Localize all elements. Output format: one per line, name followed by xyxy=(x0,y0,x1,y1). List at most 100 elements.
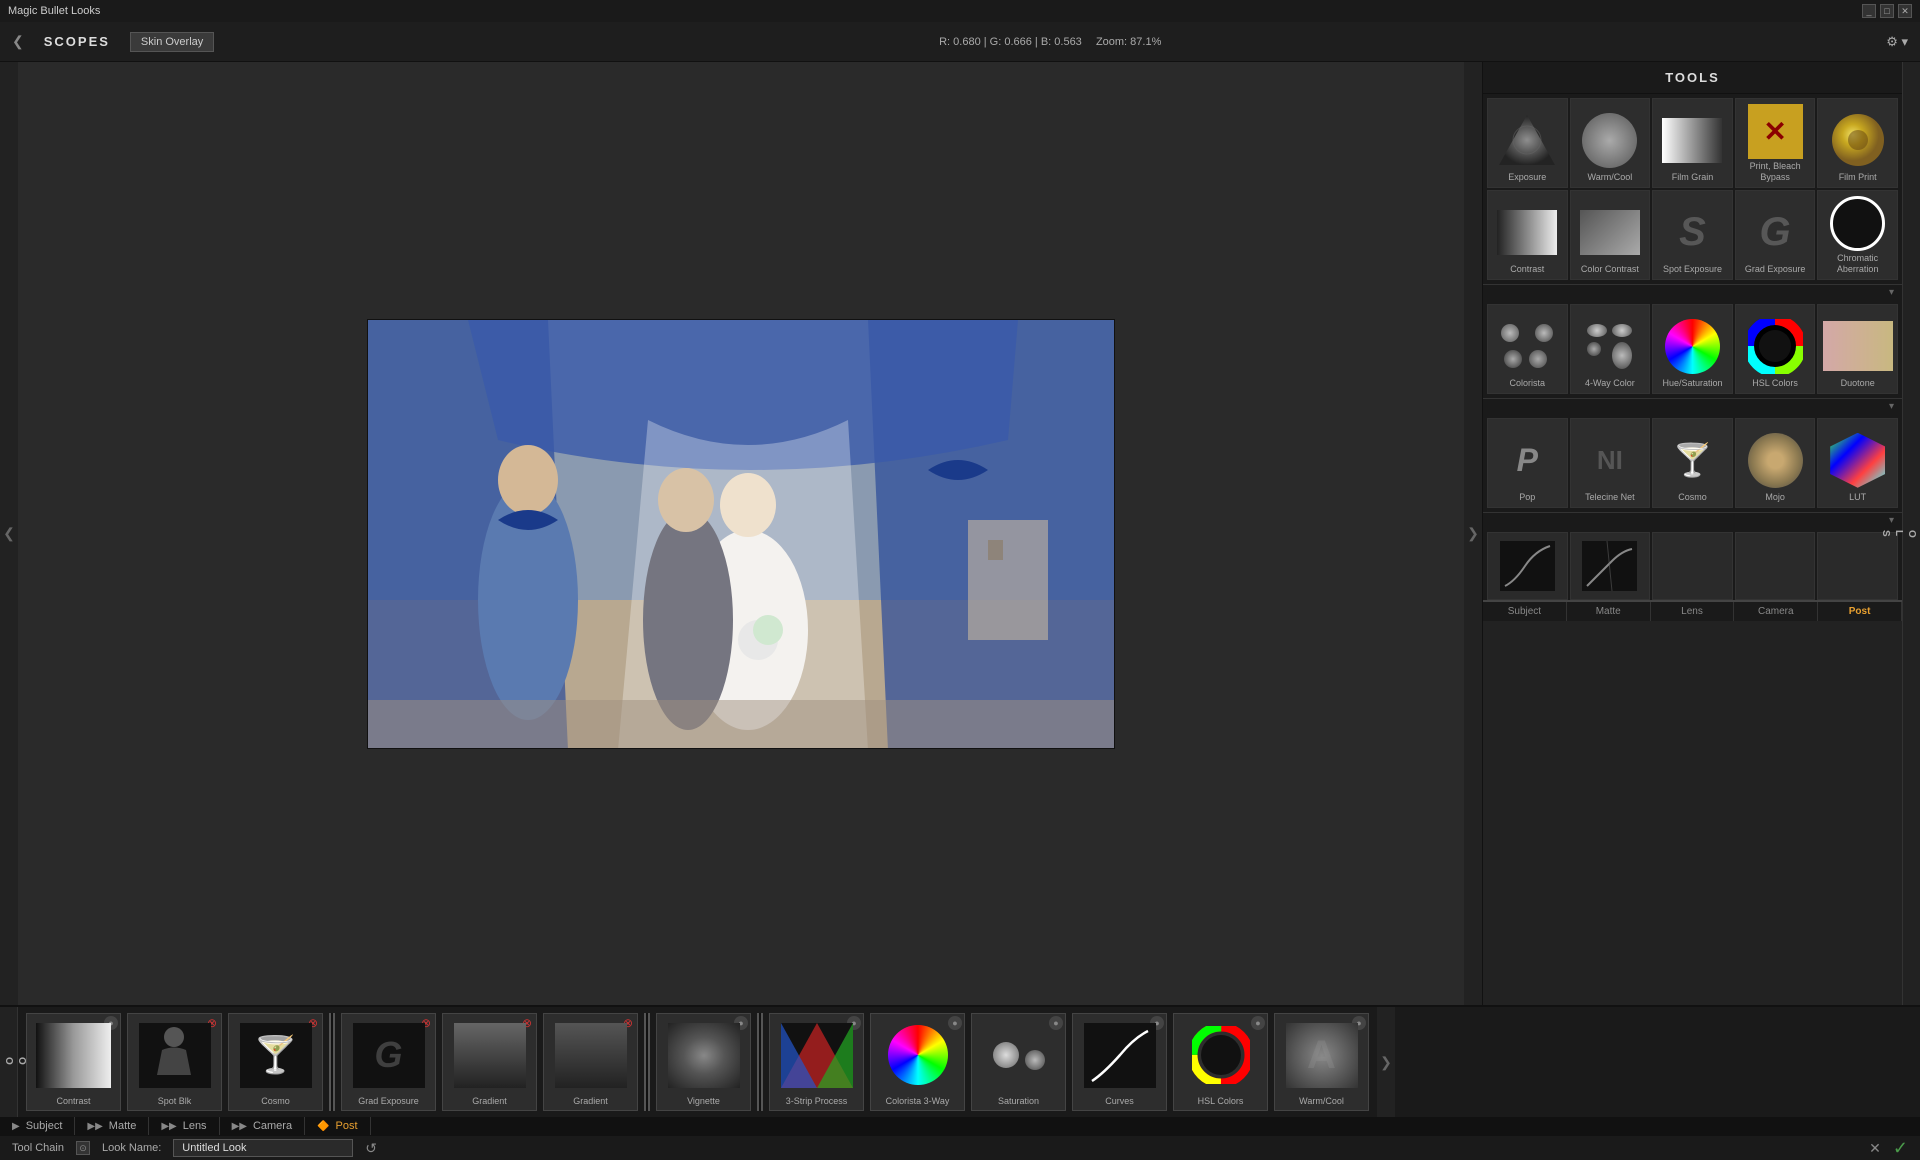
tool-label-pop: Pop xyxy=(1519,492,1535,503)
tool-warmcool[interactable]: Warm/Cool xyxy=(1570,98,1651,188)
grad-g-icon: G xyxy=(1748,205,1803,260)
timeline-item-saturation[interactable]: ● Saturation xyxy=(971,1013,1066,1111)
curves-icon xyxy=(1084,1023,1156,1088)
matte-footer-icon: ▶▶ xyxy=(87,1121,102,1132)
footer-section-lens[interactable]: ▶▶ Lens xyxy=(149,1117,219,1135)
vignette-thumb-img xyxy=(668,1023,740,1088)
tool-label-duotone: Duotone xyxy=(1841,378,1875,389)
grad2-thumb-img xyxy=(454,1023,526,1088)
saturation-thumb-img xyxy=(989,1025,1049,1085)
timeline-item-spot[interactable]: ⊗ Spot Blk xyxy=(127,1013,222,1111)
section-label-camera[interactable]: Camera xyxy=(1734,602,1818,621)
huesat-thumb xyxy=(1657,316,1727,376)
tool-huesat[interactable]: Hue/Saturation xyxy=(1652,304,1733,394)
footer-section-post[interactable]: 🔶 Post xyxy=(305,1117,370,1135)
tool-spotexposure[interactable]: S Spot Exposure xyxy=(1652,190,1733,280)
looks-o2: O xyxy=(3,1057,14,1067)
subject-footer-icon: ▶ xyxy=(12,1121,20,1132)
warmcool-item-thumb: A xyxy=(1282,1020,1362,1090)
minimize-btn[interactable]: _ xyxy=(1862,4,1876,18)
tool-duotone[interactable]: Duotone xyxy=(1817,304,1898,394)
footer-section-camera[interactable]: ▶▶ Camera xyxy=(220,1117,306,1135)
row4-sep: ▾ xyxy=(1483,512,1902,528)
footer-section-subject[interactable]: ▶ Subject xyxy=(0,1117,75,1135)
footer-section-matte[interactable]: ▶▶ Matte xyxy=(75,1117,149,1135)
tool-label-mojo: Mojo xyxy=(1765,492,1785,503)
timeline-item-3strip[interactable]: ● 3-Strip Process xyxy=(769,1013,864,1111)
zoom-info: Zoom: 87.1% xyxy=(1096,36,1161,48)
timeline-item-warmcool[interactable]: ● A Warm/Cool xyxy=(1274,1013,1369,1111)
cosmo-thumb-img: 🍸 xyxy=(240,1023,312,1088)
tools-grid-2: Colorista 4-Way Color Hue/Saturat xyxy=(1483,300,1902,398)
timeline-item-cosmo[interactable]: ⊗ 🍸 Cosmo xyxy=(228,1013,323,1111)
settings-btn[interactable]: ⚙ ▾ xyxy=(1886,34,1908,50)
tool-chromatic[interactable]: Chromatic Aberration xyxy=(1817,190,1898,280)
colorista-icon xyxy=(1500,319,1555,374)
timeline-item-curves[interactable]: ● Curves xyxy=(1072,1013,1167,1111)
toolchain-label: Tool Chain xyxy=(12,1142,64,1154)
timeline-item-grad1[interactable]: ⊗ G Grad Exposure xyxy=(341,1013,436,1111)
tools-s: S xyxy=(1880,530,1891,537)
section-label-matte[interactable]: Matte xyxy=(1567,602,1651,621)
timeline-item-vignette[interactable]: ● Vignette xyxy=(656,1013,751,1111)
close-btn[interactable]: ✕ xyxy=(1898,4,1912,18)
tool-label-gradexposure: Grad Exposure xyxy=(1745,264,1806,275)
reset-btn[interactable]: ↺ xyxy=(365,1140,377,1157)
maximize-btn[interactable]: □ xyxy=(1880,4,1894,18)
section-label-post[interactable]: Post xyxy=(1818,602,1902,621)
footer-label-matte: Matte xyxy=(109,1120,137,1132)
hsl-item-thumb xyxy=(1181,1020,1261,1090)
tool-lut[interactable]: LUT xyxy=(1817,418,1898,508)
spot-item-thumb xyxy=(135,1020,215,1090)
timeline-right-arrow[interactable]: ❯ xyxy=(1377,1007,1395,1117)
window-controls: _ □ ✕ xyxy=(1862,4,1912,18)
timeline-item-grad3[interactable]: ⊗ Gradient xyxy=(543,1013,638,1111)
right-panel-arrow[interactable]: ❯ xyxy=(1464,62,1482,1005)
gradexposure-thumb: G xyxy=(1740,202,1810,262)
tool-colorista[interactable]: Colorista xyxy=(1487,304,1568,394)
look-name-input[interactable] xyxy=(173,1139,353,1157)
section-label-lens[interactable]: Lens xyxy=(1651,602,1735,621)
timeline-item-colorista3[interactable]: ● Colorista 3-Way xyxy=(870,1013,965,1111)
tool-pop[interactable]: P Pop xyxy=(1487,418,1568,508)
tool-gradexposure[interactable]: G Grad Exposure xyxy=(1735,190,1816,280)
tool-4waycolor[interactable]: 4-Way Color xyxy=(1570,304,1651,394)
timeline-item-grad2[interactable]: ⊗ Gradient xyxy=(442,1013,537,1111)
tool-filmgrain[interactable]: Film Grain xyxy=(1652,98,1733,188)
tool-hslcolors[interactable]: HSL Colors xyxy=(1735,304,1816,394)
hsl-item-icon xyxy=(1192,1026,1250,1084)
colorista3-thumb-img xyxy=(888,1025,948,1085)
vignette-item-label: Vignette xyxy=(687,1096,720,1106)
spot-s-icon: S xyxy=(1665,205,1720,260)
tool-telecine[interactable]: NI Telecine Net xyxy=(1570,418,1651,508)
telecine-icon: NI xyxy=(1582,433,1637,488)
cancel-btn[interactable]: ✕ xyxy=(1869,1140,1881,1157)
subject-strip xyxy=(1487,532,1568,600)
tool-label-lut: LUT xyxy=(1849,492,1866,503)
nav-left-arrow[interactable]: ❮ xyxy=(12,33,24,50)
spot-thumb-img xyxy=(139,1023,211,1088)
hslcolors-thumb xyxy=(1740,316,1810,376)
contrast-icon xyxy=(1497,210,1557,255)
timeline-item-hsl[interactable]: ● HSL Colors xyxy=(1173,1013,1268,1111)
tool-mojo[interactable]: Mojo xyxy=(1735,418,1816,508)
tool-colorcontrast[interactable]: Color Contrast xyxy=(1570,190,1651,280)
footer-label-post: Post xyxy=(336,1120,358,1132)
telecine-thumb: NI xyxy=(1575,430,1645,490)
contrast-thumb xyxy=(1492,202,1562,262)
tool-bleach[interactable]: ✕ Print, Bleach Bypass xyxy=(1735,98,1816,188)
left-panel-arrow[interactable]: ❮ xyxy=(0,62,18,1005)
skin-overlay-btn[interactable]: Skin Overlay xyxy=(130,32,214,52)
tool-exposure[interactable]: Exposure xyxy=(1487,98,1568,188)
ok-btn[interactable]: ✓ xyxy=(1893,1138,1908,1159)
toolchain-toggle[interactable]: ⊙ xyxy=(76,1141,90,1155)
mojo-thumb xyxy=(1740,430,1810,490)
tool-contrast[interactable]: Contrast xyxy=(1487,190,1568,280)
chromatic-icon xyxy=(1830,196,1885,251)
section-label-subject[interactable]: Subject xyxy=(1483,602,1567,621)
timeline-item-contrast[interactable]: ● Contrast xyxy=(26,1013,121,1111)
tool-filmprint[interactable]: Film Print xyxy=(1817,98,1898,188)
timeline-row[interactable]: ● Contrast ⊗ Spo xyxy=(18,1007,1377,1117)
exposure-icon xyxy=(1497,113,1557,168)
tool-cosmo[interactable]: 🍸 Cosmo xyxy=(1652,418,1733,508)
